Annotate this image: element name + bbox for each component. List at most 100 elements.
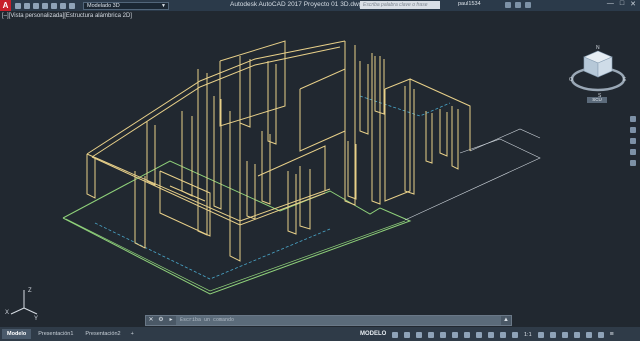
- selection-cycling-icon[interactable]: [500, 331, 506, 338]
- snap-tracking-icon[interactable]: [464, 331, 470, 338]
- ucs-axis-x: X: [5, 310, 9, 316]
- status-bar: Modelo Presentación1 Presentación2 + MOD…: [0, 327, 640, 341]
- ucs-axis-y: Y: [34, 316, 38, 322]
- steering-wheel-icon[interactable]: [629, 116, 636, 122]
- wall-right-1: [299, 68, 346, 152]
- cart-icon[interactable]: [505, 2, 511, 8]
- zoom-icon[interactable]: [629, 138, 636, 144]
- quick-access-toolbar: [15, 2, 75, 9]
- window-controls: — □ ✕: [607, 0, 636, 8]
- pier-1: [86, 154, 96, 199]
- user-account[interactable]: paul1534: [458, 1, 481, 7]
- annotation-monitor-icon[interactable]: [549, 331, 556, 338]
- pier-18: [439, 109, 448, 157]
- navigation-bar: [628, 116, 637, 166]
- lineweight-icon[interactable]: [476, 331, 482, 338]
- undo-icon[interactable]: [60, 2, 66, 9]
- command-history-icon[interactable]: ▲: [501, 316, 511, 325]
- transparency-icon[interactable]: [488, 331, 494, 338]
- command-prompt-icon: ▸: [169, 317, 173, 323]
- search-input[interactable]: Escriba palabra clave o frase: [360, 1, 440, 9]
- workspace-value: Modelado 3D: [87, 2, 120, 9]
- floor-plate-right-inner: [469, 128, 541, 152]
- compass-east: E: [623, 77, 627, 83]
- object-snap-icon[interactable]: [452, 331, 458, 338]
- wall-right-2: [344, 41, 356, 206]
- command-line-close-button[interactable]: ✕: [146, 316, 156, 325]
- pier-9: [261, 131, 271, 205]
- units-icon[interactable]: [561, 331, 568, 338]
- workspace-dropdown[interactable]: Modelado 3D ▼: [83, 1, 169, 10]
- pier-3: [146, 121, 156, 186]
- tab-layout-1[interactable]: Presentación1: [33, 329, 78, 339]
- minimize-button[interactable]: —: [607, 0, 614, 8]
- orbit-icon[interactable]: [629, 149, 636, 155]
- command-line-settings-icon[interactable]: ⚙: [156, 316, 166, 325]
- wall-top-front-inner: [91, 156, 326, 226]
- wall-right-3: [384, 78, 411, 202]
- pan-icon[interactable]: [629, 127, 636, 133]
- annotation-icon[interactable]: [512, 331, 518, 338]
- showmotion-icon[interactable]: [629, 160, 636, 166]
- add-layout-button[interactable]: +: [128, 329, 137, 339]
- grid-icon[interactable]: [392, 331, 398, 338]
- pier-19: [451, 106, 459, 170]
- wireframe-drawing[interactable]: [0, 11, 640, 327]
- hardware-acceleration-icon[interactable]: [585, 331, 592, 338]
- autocad-logo-button[interactable]: A: [0, 0, 11, 11]
- print-icon[interactable]: [51, 2, 57, 9]
- open-file-icon[interactable]: [24, 2, 30, 9]
- wall-top-left: [86, 40, 346, 155]
- pier-14: [371, 53, 381, 205]
- help-icon[interactable]: [525, 2, 531, 8]
- annotation-scale[interactable]: 1:1: [524, 332, 532, 338]
- ucs-axis-z: Z: [28, 288, 32, 294]
- walls: [86, 40, 471, 262]
- wcs-menu[interactable]: SCU: [587, 97, 607, 103]
- exchange-icon[interactable]: [515, 2, 521, 8]
- pier-17: [425, 111, 433, 164]
- new-file-icon[interactable]: [15, 2, 21, 9]
- chevron-down-icon: ▼: [161, 2, 166, 9]
- workspace-icon[interactable]: [537, 331, 544, 338]
- compass-west: O: [569, 77, 573, 83]
- save-as-icon[interactable]: [42, 2, 48, 9]
- compass-north: N: [596, 45, 600, 51]
- pier-13: [359, 61, 369, 135]
- polar-icon[interactable]: [428, 331, 434, 338]
- title-icons: [505, 2, 531, 8]
- wall-top-left-inner: [91, 46, 341, 158]
- command-input[interactable]: Escriba un comando: [176, 316, 501, 325]
- isolate-objects-icon[interactable]: [573, 331, 580, 338]
- floor-plate-right: [404, 138, 541, 221]
- maximize-button[interactable]: □: [620, 0, 624, 8]
- clean-screen-icon[interactable]: [597, 331, 604, 338]
- window-title: Autodesk AutoCAD 2017 Proyecto 01 3D.dwg: [230, 1, 363, 8]
- wall-front-1: [159, 170, 211, 237]
- pier-2: [134, 171, 146, 249]
- wall-upper-3: [267, 61, 277, 145]
- pier-5: [197, 69, 208, 236]
- floor-outline-inner: [65, 218, 406, 292]
- model-space-button[interactable]: MODELO: [360, 329, 386, 339]
- wall-front-3: [257, 145, 326, 191]
- title-bar: A Modelado 3D ▼ Autodesk AutoCAD 2017 Pr…: [0, 0, 640, 11]
- viewcube[interactable]: N S O E: [568, 41, 628, 101]
- close-button[interactable]: ✕: [630, 0, 636, 8]
- customization-menu-icon[interactable]: ≡: [610, 331, 614, 338]
- tab-model[interactable]: Modelo: [2, 329, 32, 339]
- redo-icon[interactable]: [69, 2, 75, 9]
- pier-7: [229, 111, 241, 262]
- drawing-viewport[interactable]: [–][Vista personalizada][Estructura alám…: [0, 11, 640, 327]
- pier-8: [246, 161, 256, 220]
- snap-icon[interactable]: [404, 331, 410, 338]
- wall-upper-2: [239, 56, 251, 128]
- status-toggles: 1:1 ≡: [392, 331, 614, 338]
- tab-layout-2[interactable]: Presentación2: [80, 329, 125, 339]
- command-line: ✕ ⚙ ▸ Escriba un comando ▲: [145, 315, 512, 326]
- ucs-icon: Z X Y: [5, 288, 38, 322]
- save-icon[interactable]: [33, 2, 39, 9]
- floor-outline: [62, 160, 412, 295]
- ortho-icon[interactable]: [416, 331, 422, 338]
- isodraft-icon[interactable]: [440, 331, 446, 338]
